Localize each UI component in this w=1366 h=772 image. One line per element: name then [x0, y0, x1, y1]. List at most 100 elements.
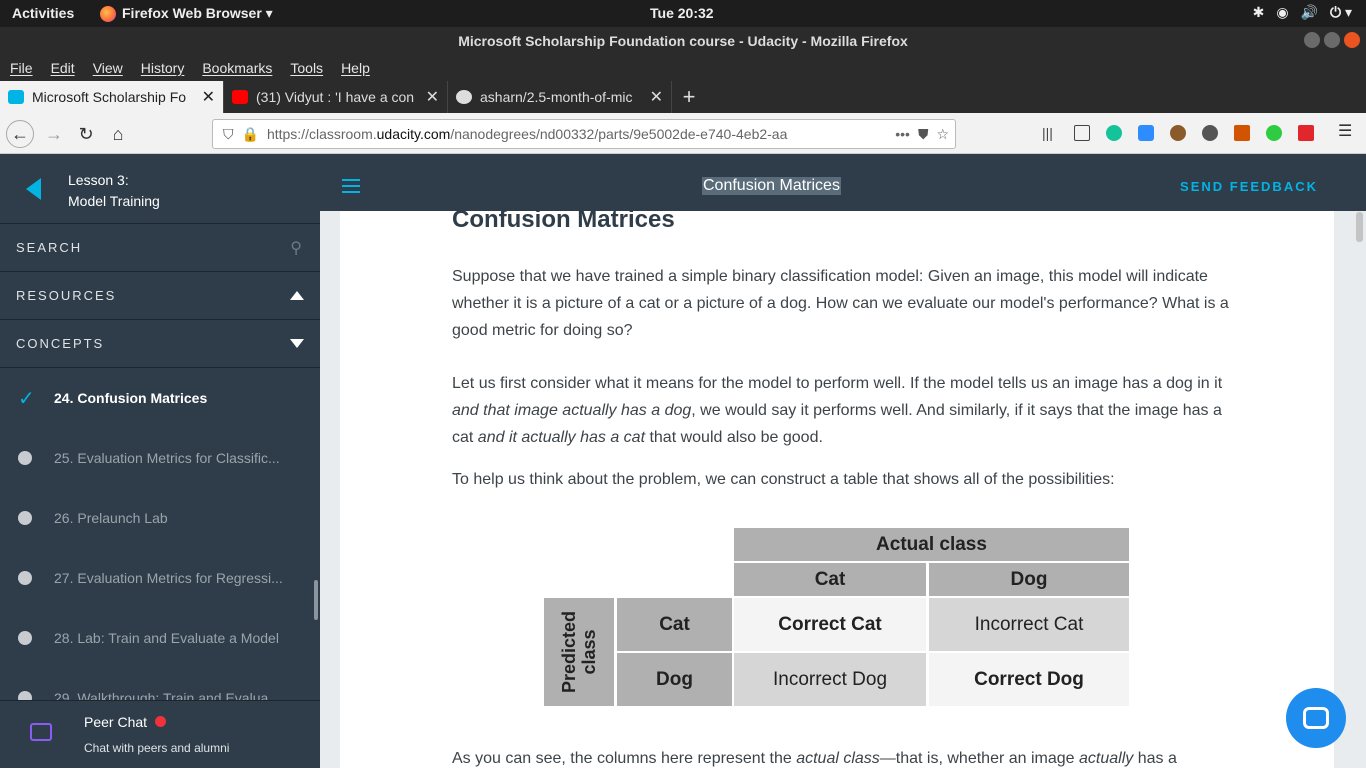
concept-heading: Confusion Matrices [452, 206, 675, 233]
menu-edit[interactable]: Edit [51, 60, 75, 76]
clock[interactable]: Tue 20:32 [650, 5, 714, 21]
tab-label: Microsoft Scholarship Fo [32, 89, 187, 105]
sidebar-concepts[interactable]: CONCEPTS [0, 320, 320, 368]
incomplete-dot-icon [18, 511, 32, 525]
tab-youtube[interactable]: (31) Vidyut : 'I have a con ✕ [224, 81, 448, 113]
activities-button[interactable]: Activities [12, 5, 74, 21]
window-controls [1304, 32, 1360, 48]
lesson-title: Lesson 3: Model Training [68, 170, 160, 212]
power-icon[interactable]: ⏻ ▾ [1330, 4, 1352, 21]
paragraph-intro: Suppose that we have trained a simple bi… [452, 268, 1229, 339]
tab-udacity[interactable]: Microsoft Scholarship Fo ✕ [0, 81, 224, 113]
tab-label: asharn/2.5-month-of-mic [480, 89, 633, 105]
close-tab-icon[interactable]: ✕ [202, 87, 215, 107]
address-bar[interactable]: ⛉ 🔒 https://classroom.udacity.com/nanode… [212, 119, 956, 149]
tab-github[interactable]: asharn/2.5-month-of-mic ✕ [448, 81, 672, 113]
emphasis-text: actually [1079, 750, 1134, 767]
window-title: Microsoft Scholarship Foundation course … [0, 27, 1366, 55]
sidebar-scrollbar[interactable] [314, 580, 318, 620]
help-chat-button[interactable] [1286, 688, 1346, 748]
minimize-button[interactable] [1304, 32, 1320, 48]
system-tray[interactable]: ✱ ◉ 🔊 ⏻ ▾ [1253, 4, 1352, 21]
shield-icon[interactable]: ⛉ [223, 126, 234, 143]
back-arrow-icon[interactable] [26, 178, 41, 200]
menu-bookmarks[interactable]: Bookmarks [202, 60, 272, 76]
hamburger-icon[interactable] [342, 179, 360, 197]
incomplete-dot-icon [18, 451, 32, 465]
page-actions-icon[interactable]: ••• [895, 126, 910, 142]
concept-item[interactable]: 28. Lab: Train and Evaluate a Model [0, 608, 320, 668]
cookie-icon[interactable] [1170, 125, 1186, 141]
paragraph-performance: Let us first consider what it means for … [452, 370, 1242, 451]
concept-header: Confusion Matrices SEND FEEDBACK [320, 154, 1366, 211]
concept-item[interactable]: 26. Prelaunch Lab [0, 488, 320, 548]
paragraph-table-intro: To help us think about the problem, we c… [452, 471, 1115, 488]
new-tab-button[interactable]: + [672, 81, 706, 113]
extension-orange-icon[interactable] [1234, 125, 1250, 141]
actual-dog-header: Dog [929, 563, 1129, 596]
concepts-label: CONCEPTS [16, 336, 105, 351]
pocket-icon[interactable]: ⛊ [918, 126, 929, 143]
predicted-class-label: Predicted class [559, 610, 599, 694]
search-label: SEARCH [16, 240, 83, 255]
menu-tools[interactable]: Tools [290, 60, 323, 76]
bookmark-star-icon[interactable]: ☆ [936, 126, 949, 143]
back-button[interactable]: ← [6, 120, 34, 148]
menu-history[interactable]: History [141, 60, 185, 76]
library-icon[interactable]: ||| [1042, 125, 1058, 141]
predicted-dog-header: Dog [617, 653, 732, 706]
incorrect-cat-cell: Incorrect Cat [929, 598, 1129, 651]
hamburger-menu-icon[interactable]: ☰ [1338, 121, 1354, 140]
app-menu[interactable]: Firefox Web Browser ▾ [100, 5, 273, 22]
actual-class-header: Actual class [734, 528, 1129, 561]
reload-button[interactable]: ↻ [72, 120, 100, 148]
text: that would also be good. [645, 429, 823, 446]
forward-button[interactable]: → [40, 120, 68, 148]
menu-help[interactable]: Help [341, 60, 370, 76]
concept-label: 27. Evaluation Metrics for Regressi... [54, 570, 283, 586]
wifi-icon[interactable]: ◉ [1276, 4, 1288, 21]
collapse-triangle-icon [290, 291, 304, 300]
concept-label: 28. Lab: Train and Evaluate a Model [54, 630, 279, 646]
notification-dot-icon [155, 716, 167, 727]
sidebar-search[interactable]: SEARCH ⚲ [0, 224, 320, 272]
maximize-button[interactable] [1324, 32, 1340, 48]
peer-chat[interactable]: Peer Chat Chat with peers and alumni [0, 700, 320, 768]
close-window-button[interactable] [1344, 32, 1360, 48]
close-tab-icon[interactable]: ✕ [426, 87, 439, 107]
volume-icon[interactable]: 🔊 [1301, 4, 1318, 21]
concept-list: ✓ 24. Confusion Matrices 25. Evaluation … [0, 368, 320, 700]
sidebar-toggle-icon[interactable] [1074, 125, 1090, 141]
close-tab-icon[interactable]: ✕ [650, 87, 663, 107]
page-scrollbar[interactable] [1356, 212, 1363, 242]
home-button[interactable]: ⌂ [104, 120, 132, 148]
sidebar-resources[interactable]: RESOURCES [0, 272, 320, 320]
account-icon[interactable] [1202, 125, 1218, 141]
lesson-header[interactable]: Lesson 3: Model Training [0, 154, 320, 224]
extension-red-icon[interactable] [1298, 125, 1314, 141]
concept-label: 29. Walkthrough: Train and Evalua... [54, 690, 280, 700]
text: —that is, whether an image [879, 750, 1080, 767]
predicted-cat-header: Cat [617, 598, 732, 651]
send-feedback-button[interactable]: SEND FEEDBACK [1180, 179, 1318, 194]
lesson-number: Lesson 3: [68, 172, 129, 188]
concept-item[interactable]: 27. Evaluation Metrics for Regressi... [0, 548, 320, 608]
accessibility-icon[interactable]: ✱ [1253, 4, 1265, 21]
concept-item[interactable]: 25. Evaluation Metrics for Classific... [0, 428, 320, 488]
url-text[interactable]: https://classroom.udacity.com/nanodegree… [267, 126, 887, 142]
extension-green-icon[interactable] [1266, 125, 1282, 141]
zoom-extension-icon[interactable] [1138, 125, 1154, 141]
search-icon[interactable]: ⚲ [290, 238, 304, 258]
menu-bar: File Edit View History Bookmarks Tools H… [0, 55, 1366, 81]
emphasis-text: actual class [796, 750, 880, 767]
concept-label: 24. Confusion Matrices [54, 390, 208, 406]
predicted-class-header: Predicted class [544, 598, 614, 706]
lock-icon[interactable]: 🔒 [242, 126, 259, 143]
menu-file[interactable]: File [10, 60, 33, 76]
concept-item[interactable]: ✓ 24. Confusion Matrices [0, 368, 320, 428]
grammarly-icon[interactable] [1106, 125, 1122, 141]
github-favicon-icon [456, 90, 472, 104]
menu-view[interactable]: View [93, 60, 123, 76]
incomplete-dot-icon [18, 691, 32, 700]
concept-item[interactable]: 29. Walkthrough: Train and Evalua... [0, 668, 320, 700]
